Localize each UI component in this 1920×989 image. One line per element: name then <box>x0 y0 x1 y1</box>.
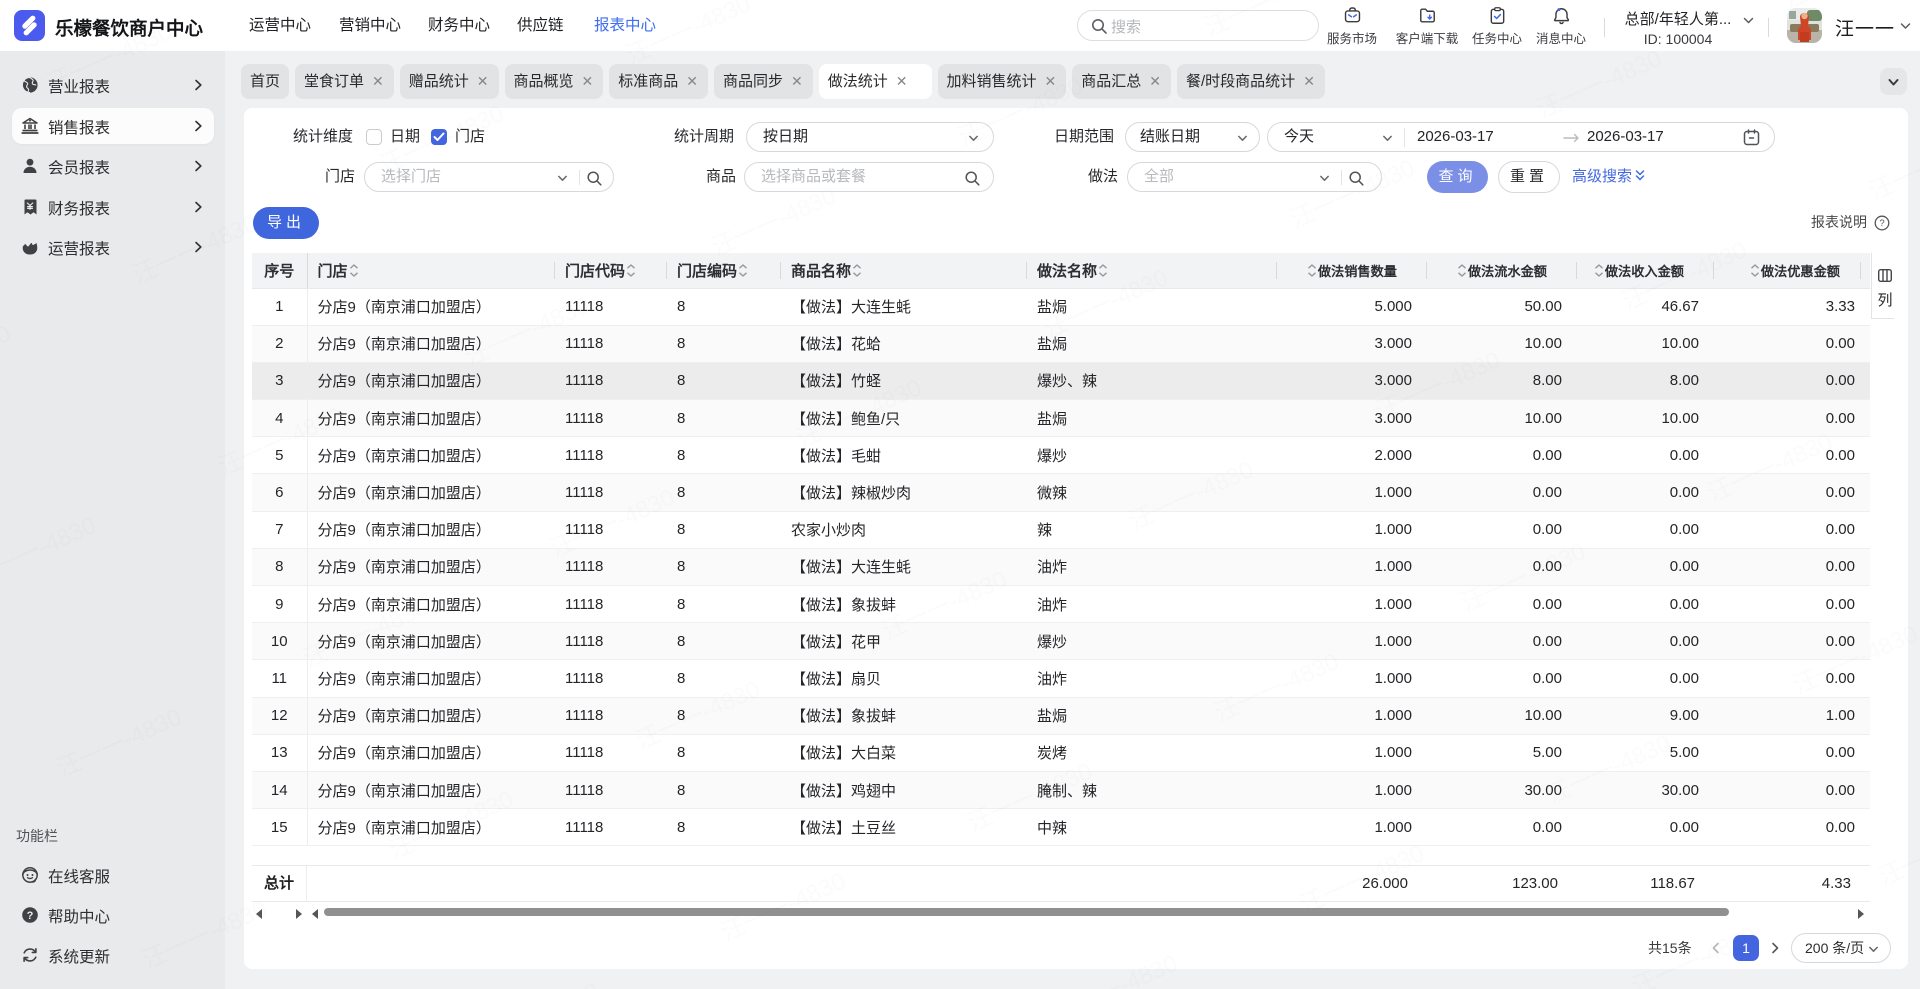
svg-text:?: ? <box>1879 218 1884 229</box>
svg-text:?: ? <box>27 910 34 922</box>
